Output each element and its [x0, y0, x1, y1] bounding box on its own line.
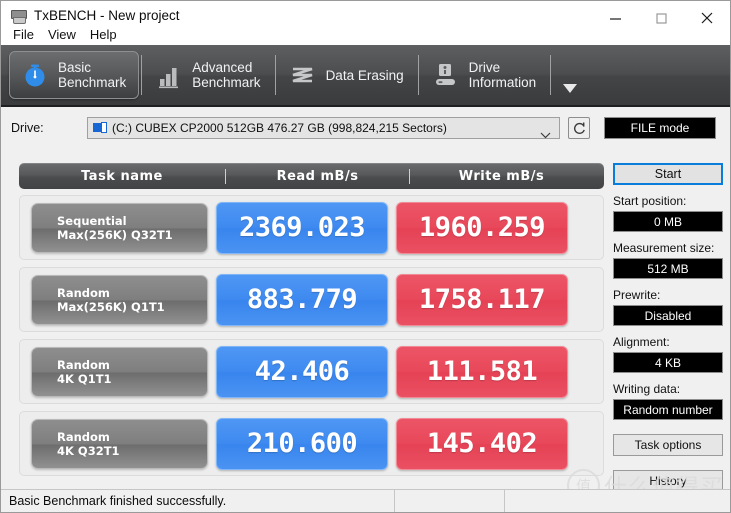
measurement-size-label: Measurement size: [613, 241, 715, 255]
task-button-random-4k-q1t1[interactable]: Random 4K Q1T1 [31, 346, 208, 397]
write-value: 111.581 [396, 345, 568, 398]
drive-label: Drive: [11, 121, 44, 135]
read-value: 883.779 [216, 273, 388, 326]
file-mode-badge[interactable]: FILE mode [604, 117, 716, 139]
table-row: Random 4K Q1T1 42.406 111.581 [19, 339, 604, 404]
results-rows: Sequential Max(256K) Q32T1 2369.023 1960… [19, 195, 604, 476]
chevron-down-icon [540, 126, 551, 144]
task-name-line1: Random [57, 357, 110, 372]
close-button[interactable] [684, 1, 730, 35]
status-bar: Basic Benchmark finished successfully. [1, 489, 730, 512]
drive-volume-icon [93, 122, 107, 134]
tab-basic-benchmark-label: Basic Benchmark [58, 60, 127, 90]
drive-select-value: (C:) CUBEX CP2000 512GB 476.27 GB (998,8… [112, 121, 447, 135]
task-options-button[interactable]: Task options [613, 434, 723, 456]
menu-item-help[interactable]: Help [85, 25, 126, 44]
menu-item-view[interactable]: View [43, 25, 85, 44]
task-button-random-max-q1t1[interactable]: Random Max(256K) Q1T1 [31, 274, 208, 325]
task-name-line2: Max(256K) Q32T1 [57, 227, 173, 242]
start-position-label: Start position: [613, 194, 687, 208]
tab-data-erasing[interactable]: Data Erasing [278, 51, 416, 99]
write-value: 145.402 [396, 417, 568, 470]
app-icon [10, 7, 27, 24]
column-header-write: Write mB/s [409, 168, 593, 184]
writing-data-value[interactable]: Random number [613, 399, 723, 420]
drive-select[interactable]: (C:) CUBEX CP2000 512GB 476.27 GB (998,8… [87, 117, 560, 139]
status-segment-1 [394, 489, 504, 512]
measurement-size-value[interactable]: 512 MB [613, 258, 723, 279]
title-bar-left: TxBENCH - New project [1, 1, 180, 24]
tab-drive-information-label: Drive Information [468, 60, 537, 90]
chevron-down-icon [563, 84, 578, 93]
window-title: TxBENCH - New project [34, 8, 180, 23]
prewrite-value[interactable]: Disabled [613, 305, 723, 326]
tab-divider [417, 55, 419, 95]
table-row: Random Max(256K) Q1T1 883.779 1758.117 [19, 267, 604, 332]
read-value: 42.406 [216, 345, 388, 398]
read-value: 2369.023 [216, 201, 388, 254]
tab-data-erasing-label: Data Erasing [325, 67, 404, 83]
txbench-window: TxBENCH - New project File View Help Bas… [0, 0, 731, 513]
start-button[interactable]: Start [613, 163, 723, 185]
settings-panel: Start Start position: 0 MB Measurement s… [613, 163, 723, 492]
tab-divider [274, 55, 276, 95]
bar-chart-icon [154, 60, 184, 90]
task-name-line1: Sequential [57, 213, 127, 228]
eraser-wave-icon [288, 60, 318, 90]
read-value: 210.600 [216, 417, 388, 470]
tab-divider [141, 55, 143, 95]
column-header-read: Read mB/s [225, 168, 409, 184]
start-position-value[interactable]: 0 MB [613, 211, 723, 232]
ribbon-overflow-button[interactable] [559, 51, 581, 99]
task-name-line1: Random [57, 429, 110, 444]
table-row: Random 4K Q32T1 210.600 145.402 [19, 411, 604, 476]
tab-advanced-benchmark[interactable]: Advanced Benchmark [144, 51, 272, 99]
task-name-line2: 4K Q32T1 [57, 443, 120, 458]
write-value: 1960.259 [396, 201, 568, 254]
writing-data-label: Writing data: [613, 382, 681, 396]
status-segment-2 [504, 489, 730, 512]
refresh-icon [573, 122, 585, 134]
drive-selector-row: Drive: (C:) CUBEX CP2000 512GB 476.27 GB… [1, 113, 730, 143]
task-name-line1: Random [57, 285, 110, 300]
stopwatch-icon [20, 60, 50, 90]
tab-drive-information[interactable]: Drive Information [421, 51, 549, 99]
minimize-button[interactable] [592, 1, 638, 35]
tab-ribbon: Basic Benchmark Advanced Benchmark Data … [1, 45, 730, 107]
task-name-line2: 4K Q1T1 [57, 371, 112, 386]
alignment-label: Alignment: [613, 335, 670, 349]
hard-drive-icon [431, 60, 461, 90]
write-value: 1758.117 [396, 273, 568, 326]
window-controls [592, 1, 730, 37]
tab-basic-benchmark[interactable]: Basic Benchmark [9, 51, 140, 99]
results-column-headers: Task name Read mB/s Write mB/s [19, 163, 604, 189]
refresh-button[interactable] [568, 117, 590, 139]
task-button-random-4k-q32t1[interactable]: Random 4K Q32T1 [31, 418, 208, 469]
maximize-button[interactable] [638, 1, 684, 35]
task-name-line2: Max(256K) Q1T1 [57, 299, 165, 314]
table-row: Sequential Max(256K) Q32T1 2369.023 1960… [19, 195, 604, 260]
alignment-value[interactable]: 4 KB [613, 352, 723, 373]
menu-item-file[interactable]: File [8, 25, 43, 44]
benchmark-results: Task name Read mB/s Write mB/s Sequentia… [19, 163, 604, 483]
tab-advanced-benchmark-label: Advanced Benchmark [192, 60, 261, 90]
prewrite-label: Prewrite: [613, 288, 661, 302]
tab-divider [550, 55, 552, 95]
menu-bar: File View Help [1, 23, 126, 45]
status-message: Basic Benchmark finished successfully. [9, 494, 227, 508]
task-button-sequential-q32t1[interactable]: Sequential Max(256K) Q32T1 [31, 202, 208, 253]
column-header-task-name: Task name [81, 168, 163, 184]
